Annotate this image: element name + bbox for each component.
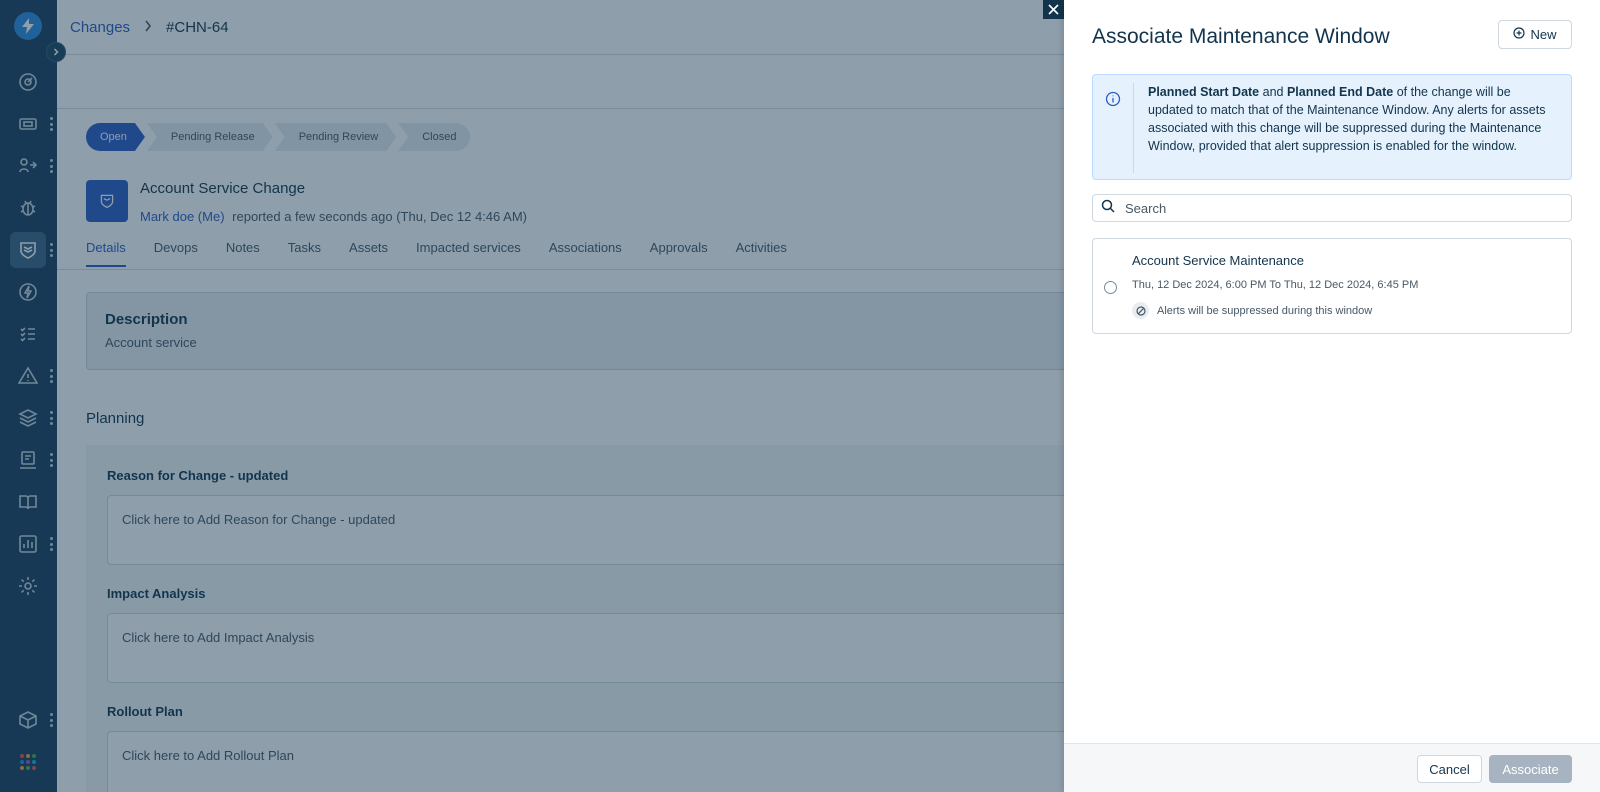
- new-button-label: New: [1530, 27, 1557, 42]
- info-bold-start: Planned Start Date: [1148, 85, 1260, 99]
- drawer-footer: Cancel Associate: [1064, 743, 1600, 792]
- cancel-button[interactable]: Cancel: [1417, 755, 1482, 783]
- divider: [1133, 83, 1134, 173]
- drawer-title: Associate Maintenance Window: [1092, 25, 1390, 48]
- info-text: Planned Start Date and Planned End Date …: [1148, 83, 1558, 155]
- search-input[interactable]: [1125, 200, 1555, 216]
- close-icon[interactable]: [1043, 0, 1064, 19]
- modal-backdrop[interactable]: [0, 0, 1064, 792]
- info-bold-end: Planned End Date: [1286, 85, 1394, 99]
- select-radio[interactable]: [1104, 281, 1117, 294]
- ban-icon: [1132, 302, 1149, 319]
- search-box: [1092, 194, 1572, 222]
- search-icon: [1101, 199, 1115, 218]
- maintenance-window-item[interactable]: Account Service Maintenance Thu, 12 Dec …: [1092, 238, 1572, 334]
- maintenance-window-dates: Thu, 12 Dec 2024, 6:00 PM To Thu, 12 Dec…: [1132, 279, 1419, 291]
- info-banner: Planned Start Date and Planned End Date …: [1092, 74, 1572, 180]
- alert-suppression-text: Alerts will be suppressed during this wi…: [1157, 304, 1373, 317]
- maintenance-window-title: Account Service Maintenance: [1132, 253, 1304, 268]
- info-icon: [1105, 91, 1121, 112]
- info-text-and: and: [1259, 85, 1287, 99]
- associate-button[interactable]: Associate: [1489, 755, 1572, 783]
- new-button[interactable]: New: [1498, 20, 1572, 49]
- alert-suppression-note: Alerts will be suppressed during this wi…: [1132, 302, 1372, 319]
- plus-circle-icon: [1513, 27, 1526, 42]
- associate-maintenance-drawer: Associate Maintenance Window New Planned…: [1064, 0, 1600, 792]
